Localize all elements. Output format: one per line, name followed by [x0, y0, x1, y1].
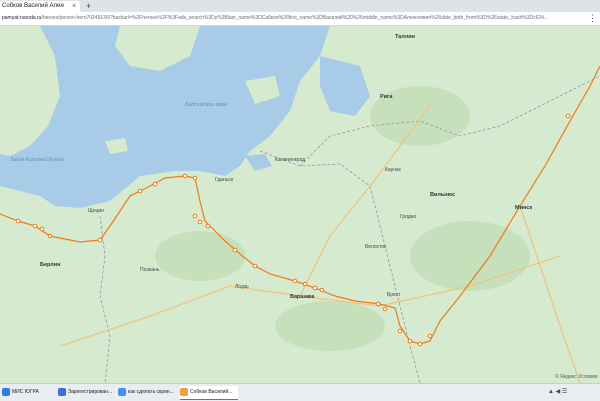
taskbar: МИС ЮГРА Зарегистрирован... как сделать … — [0, 383, 600, 401]
route-marker[interactable] — [292, 278, 298, 284]
city-label: Гданьск — [215, 177, 234, 183]
route-marker[interactable] — [407, 338, 413, 344]
city-label: Минск — [515, 205, 532, 211]
taskbar-item-label: как сделать скрин... — [128, 389, 174, 395]
city-label: Калининград — [275, 157, 305, 163]
gulf-label: Залив Кильской бухты — [10, 156, 64, 163]
new-tab-button[interactable]: + — [86, 0, 91, 12]
taskbar-item-screenshot[interactable]: как сделать скрин... — [118, 386, 176, 399]
map-copyright[interactable]: © Яндекс Условия — [555, 373, 598, 380]
taskbar-item-registered[interactable]: Зарегистрирован... — [58, 386, 114, 399]
route-marker[interactable] — [397, 328, 403, 334]
system-tray[interactable]: ▲ ◀ ☰ — [548, 386, 567, 399]
route-marker[interactable] — [197, 219, 203, 225]
route-marker[interactable] — [32, 223, 38, 229]
route-marker[interactable] — [565, 113, 571, 119]
taskbar-item-mis[interactable]: МИС ЮГРА — [2, 386, 42, 399]
browser-icon — [118, 387, 126, 396]
route-marker[interactable] — [205, 223, 211, 229]
address-bar[interactable]: pamyat-naroda.ru/heroes/person-hero70249… — [0, 12, 600, 26]
route-marker[interactable] — [312, 285, 318, 291]
forest-patch — [155, 231, 245, 281]
route-marker[interactable] — [232, 247, 238, 253]
route-marker[interactable] — [47, 233, 53, 239]
browser-window: Собков Василий Алексеевич × + pamyat-nar… — [0, 0, 600, 401]
taskbar-item-label: Зарегистрирован... — [68, 389, 113, 395]
forest-patch — [410, 221, 530, 291]
route-marker[interactable] — [319, 287, 325, 293]
route-marker[interactable] — [427, 333, 433, 339]
route-marker[interactable] — [39, 226, 45, 232]
city-label: Вильнюс — [430, 192, 455, 198]
url-text[interactable]: pamyat-naroda.ru/heroes/person-hero70249… — [2, 14, 562, 23]
city-label: Познань — [140, 267, 160, 273]
city-label: Гродно — [400, 214, 417, 220]
city-label: Белосток — [365, 244, 387, 250]
url-domain: pamyat-naroda.ru — [2, 15, 42, 21]
map-svg[interactable]: Балтийское море Залив Кильской бухты Тал… — [0, 26, 600, 383]
city-label: Варшава — [290, 294, 315, 300]
menu-icon[interactable]: ⋮ — [588, 12, 597, 25]
city-label: Лодзь — [235, 284, 249, 290]
url-path: /heroes/person-hero70249136/?backurl=%2F… — [41, 15, 549, 21]
taskbar-item-label: Собков Василий... — [190, 389, 233, 395]
route-marker[interactable] — [192, 175, 198, 181]
route-marker[interactable] — [15, 218, 21, 224]
city-label: Берлин — [40, 262, 60, 268]
tab-bar: Собков Василий Алексеевич × + — [0, 0, 600, 12]
map-canvas[interactable]: Балтийское море Залив Кильской бухты Тал… — [0, 26, 600, 383]
city-label: Брест — [387, 292, 401, 298]
route-marker[interactable] — [182, 173, 188, 179]
forest-patch — [275, 301, 385, 351]
app-icon — [2, 387, 10, 396]
route-marker[interactable] — [375, 301, 381, 307]
tab-active[interactable]: Собков Василий Алексеевич × — [0, 1, 80, 12]
route-marker[interactable] — [97, 237, 103, 243]
route-marker[interactable] — [382, 306, 388, 312]
close-icon[interactable]: × — [72, 1, 76, 12]
taskbar-item-label: МИС ЮГРА — [12, 389, 39, 395]
city-label: Таллин — [395, 34, 415, 40]
route-marker[interactable] — [302, 281, 308, 287]
browser-icon — [180, 387, 188, 396]
route-marker[interactable] — [417, 341, 423, 347]
route-marker[interactable] — [192, 213, 198, 219]
tab-title: Собков Василий Алексеевич — [2, 3, 64, 9]
city-label: Каунас — [385, 167, 402, 173]
route-marker[interactable] — [152, 181, 158, 187]
app-icon — [58, 387, 66, 396]
city-label: Щецин — [88, 208, 104, 214]
taskbar-item-sobkov[interactable]: Собков Василий... — [180, 386, 238, 400]
city-label: Рига — [380, 94, 393, 100]
route-marker[interactable] — [137, 188, 143, 194]
sea-label: Балтийское море — [185, 101, 227, 108]
route-marker[interactable] — [252, 263, 258, 269]
